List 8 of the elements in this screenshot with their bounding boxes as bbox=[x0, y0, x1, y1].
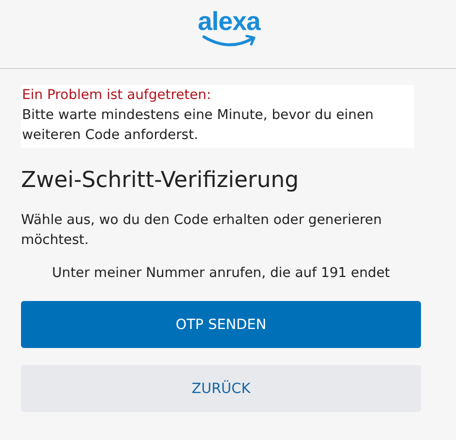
option-text: Unter meiner Nummer anrufen, die auf 191 endet bbox=[51, 264, 391, 283]
alert-message: Bitte warte mindestens eine Minute, bevor du einen weiteren Code anforderst. bbox=[22, 106, 375, 145]
send-otp-button[interactable]: OTP SENDEN bbox=[21, 301, 421, 348]
instruction-text: Wähle aus, wo du den Code erhalten oder generieren möchtest. bbox=[21, 211, 383, 250]
page-heading: Zwei-Schritt-Verifizierung bbox=[21, 167, 300, 195]
back-button[interactable]: ZURÜCK bbox=[21, 365, 421, 412]
alexa-logo: alexa bbox=[198, 8, 260, 48]
alert-title: Ein Problem ist aufgetreten: bbox=[22, 86, 212, 105]
